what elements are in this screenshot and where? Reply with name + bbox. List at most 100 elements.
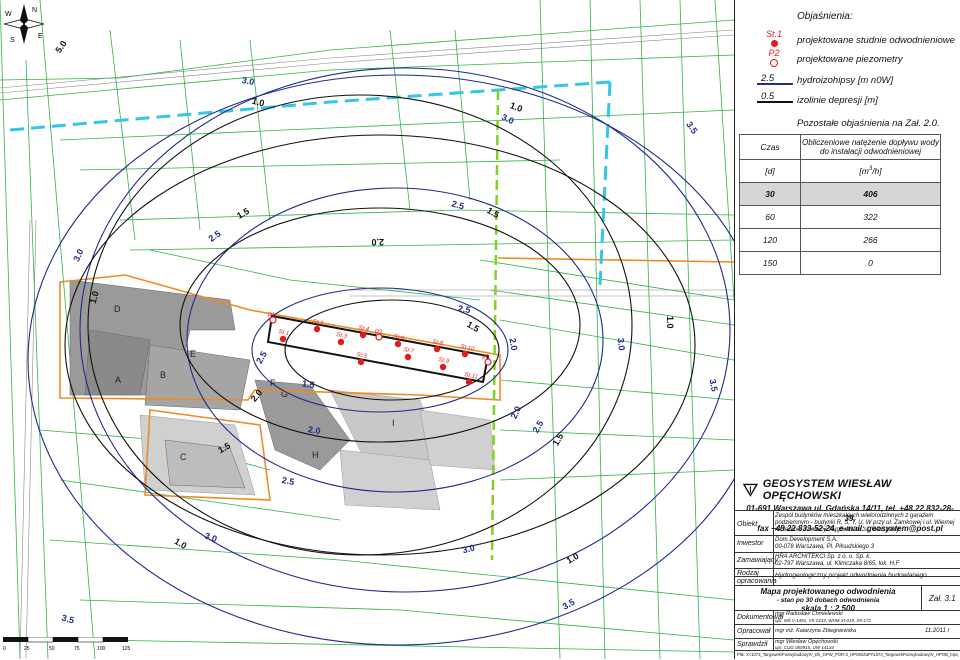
piezometer-label: P3 [482,355,490,361]
tb-documented-row: Dokumentował mgr Radosław Chmielewski upr… [735,610,960,625]
dewatering-map: D A B E F G H I C St.1St.2St.3St.4St.5St… [0,0,734,659]
contour-label: 2.0 [507,337,519,351]
scale-tick: 50 [49,646,55,651]
well-marker [465,378,473,386]
contour-label: 3.0 [241,75,255,87]
inflow-time: 60 [739,205,801,229]
inflow-table: Czas Obliczeniowe natężenie dopływu wody… [739,134,941,275]
inflow-col2-unit: [m3/h] [800,159,941,183]
contour-label: 2.5 [281,475,295,487]
dewatering-trench [266,314,490,384]
contour-label: 5.0 [53,39,68,55]
north-letter-s: S [10,37,15,44]
contour-label: 3.0 [616,338,627,351]
contour-label: 3.0 [203,531,218,545]
tb-date: 11.2011 r [925,628,950,634]
tb-checked-label: Sprawdził [737,641,768,648]
depr-legend-label: izolinie depresji [m] [797,95,878,106]
company-name: GEOSYSTEM WIESŁAW OPĘCHOWSKI [762,478,892,502]
well-marker [439,363,447,371]
contour-label: 1.5 [301,378,315,390]
tb-divider [735,576,960,577]
inflow-col1-unit: [d] [739,159,801,183]
well-marker [357,358,365,366]
piezo-legend-label: projektowane piezometry [797,54,903,65]
tb-object-value: Zespół budynków mieszkalnych wielorodzin… [775,513,955,533]
contour-label: 2.0 [307,424,321,436]
contour-label: 3.5 [684,120,699,136]
well-marker [313,325,321,333]
tb-map-title-row: Mapa projektowanego odwodnienia - stan p… [735,585,960,613]
tb-object-label: Obiekt [737,521,758,528]
well-label: St.9 [438,357,450,365]
well-label: St.6 [393,334,405,342]
contour-label: 3.5 [708,378,720,392]
tb-investor-label: Inwestor [737,540,764,547]
legend-panel: Objaśnienia: St.1 projektowane studnie o… [734,0,960,659]
tb-file-path: Plik: X:\1073_Targowek\Pozwybudowy\V_Dh_… [737,652,959,657]
north-arrow-icon: N E S W [3,4,45,44]
well-label: St.1 [278,329,290,337]
well-marker [394,340,402,348]
contour-label: 3.0 [500,112,516,126]
tb-type-row: Rodzaj opracowania Hydrogeologiczny proje… [735,568,960,586]
north-letter-w: W [5,11,12,18]
well-marker [359,331,367,339]
piezometer-label: P1 [268,313,276,319]
well-label: St.7 [403,347,415,355]
tb-investor-row: Inwestor Dom Development S.A. 00-078 Wars… [735,535,960,553]
contour-label: 3.0 [71,247,85,263]
contour-label: 3.5 [561,597,577,612]
contour-label: 1.0 [665,316,675,329]
legend-title: Objaśnienia: [797,11,853,22]
tb-vertical-divider-2 [773,610,774,650]
company-logo-icon [743,483,758,497]
well-marker [404,353,412,361]
contour-label: 2.5 [457,303,471,315]
inflow-time: 150 [739,251,801,275]
well-marker [337,338,345,346]
tb-object-row: Obiekt Zespół budynków mieszkalnych wiel… [735,510,960,536]
scale-tick: 100 [97,646,106,651]
north-letter-n: N [32,7,37,14]
contour-label: 1.0 [565,551,581,566]
inflow-time: 120 [739,228,801,252]
piezo-legend-id: P2 [768,48,780,58]
depr-line-icon [757,101,793,103]
well-marker [461,350,469,358]
contour-label: 1.5 [485,205,501,220]
contour-label: 2.5 [254,349,269,365]
piezo-circle-icon [770,59,778,67]
tb-orderer-row: Zamawiający HRA ARCHITEKCI Sp. z o. o. S… [735,552,960,569]
well-legend-label: projektowane studnie odwodnieniowe [797,35,955,46]
building-letter-b: B [160,370,166,380]
contour-label: 2.0 [509,405,523,421]
hydro-legend-label: hydroizohipsy [m n0W] [797,75,894,86]
tb-prepared-name: mgr inż. Katarzyna Zbiegniewska [775,628,857,634]
tb-documented-value: mgr Radosław Chmielewski upr. MŚ V-1491, … [775,611,871,623]
piezometer-label: P2 [375,330,383,336]
scale-tick: 75 [74,646,80,651]
tb-prepared-label: Opracował [737,628,771,635]
building-letter-i: I [392,418,395,428]
tb-investor-value: Dom Development S.A. 00-078 Warszawa, Pl.… [775,537,874,550]
tb-map-title-main: Mapa projektowanego odwodnienia [760,587,896,596]
building-letter-a: A [115,375,121,385]
tb-type-label: Rodzaj opracowania [737,570,777,585]
table-row: 150 0 [739,251,941,275]
well-dot-icon [770,40,778,47]
contour-label: 3.0 [461,542,476,555]
inflow-time: 30 [739,182,801,206]
well-legend-symbol: St.1 [759,29,789,47]
contour-label: 2.0 [371,237,384,247]
tb-annex: Zał. 3.1 [929,594,956,603]
inflow-col2-header: Obliczeniowe natężenie dopływu wody do i… [800,134,941,160]
tb-annex-divider [921,586,922,611]
building-letter-c: C [180,452,187,462]
inflow-col1-header: Czas [739,134,801,160]
well-label: St.2 [312,319,324,327]
contour-label: 1.5 [465,319,481,334]
contour-label: 3.5 [61,613,76,626]
inflow-value: 322 [800,205,941,229]
building-letter-h: H [312,450,319,460]
